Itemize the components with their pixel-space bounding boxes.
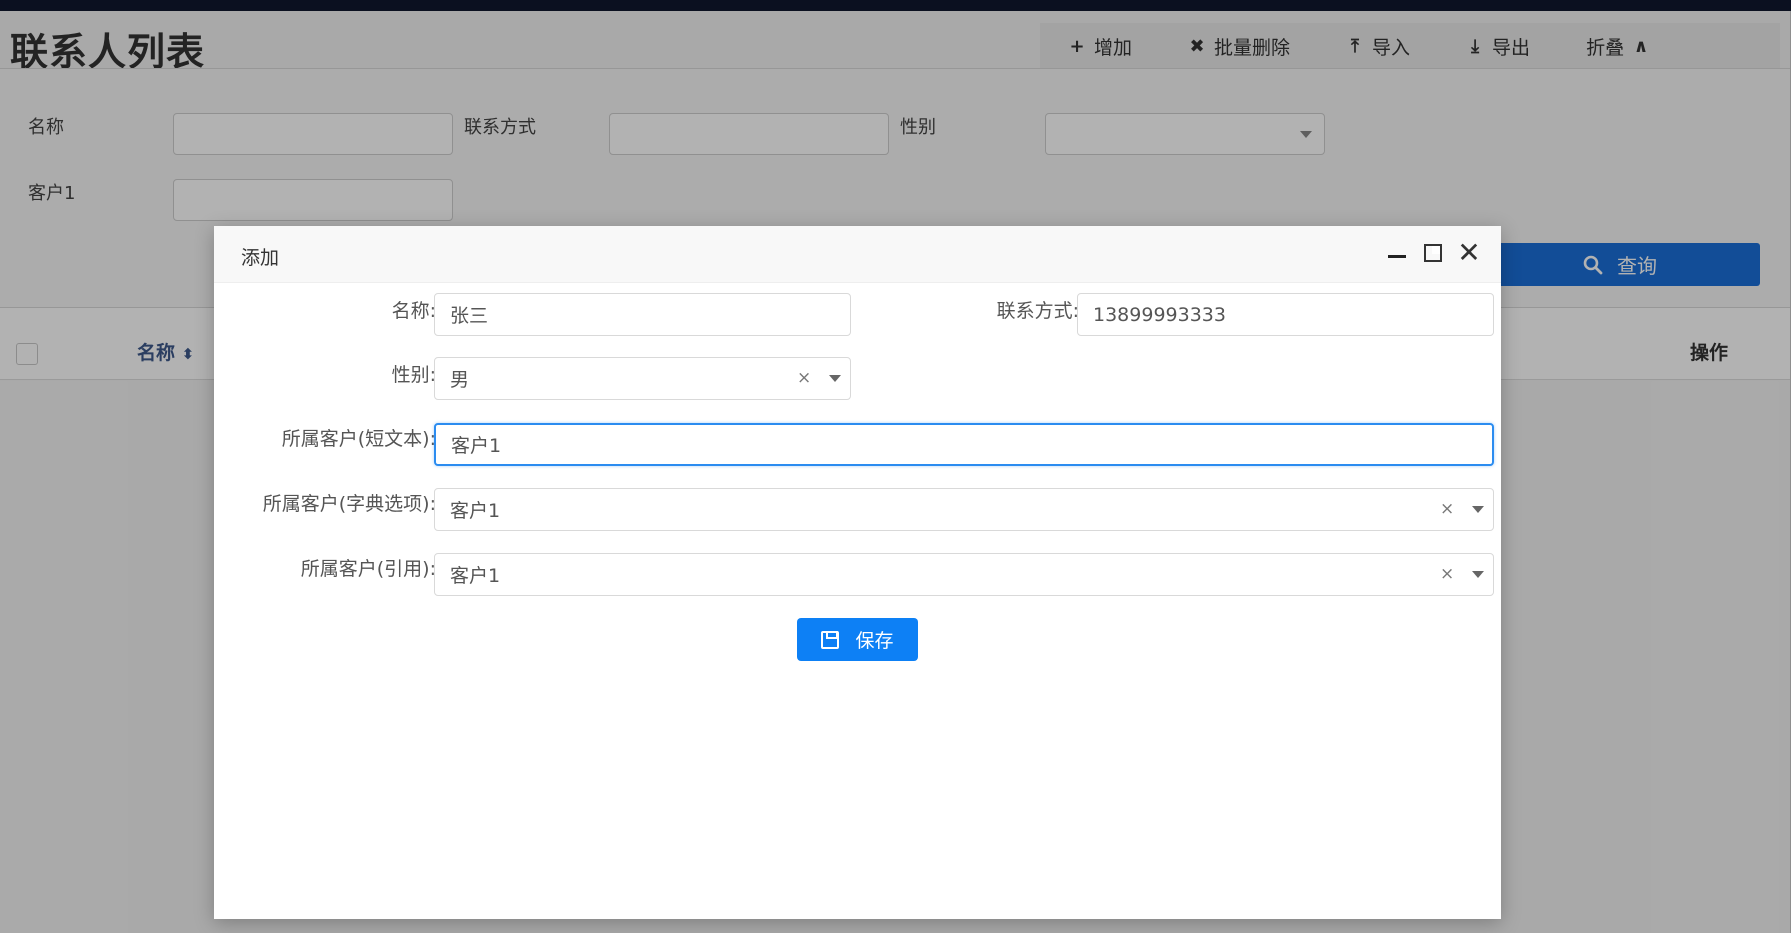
- close-icon: ✕: [1457, 236, 1481, 269]
- clear-icon[interactable]: ×: [1440, 564, 1454, 584]
- customer-short-input[interactable]: 客户1: [434, 423, 1494, 466]
- gender-select-value: 男: [450, 369, 470, 391]
- gender-label: 性别:: [391, 364, 436, 386]
- save-button[interactable]: 保存: [797, 618, 918, 661]
- close-button[interactable]: ✕: [1456, 236, 1482, 269]
- save-icon: [821, 630, 840, 649]
- name-input-value: 张三: [450, 305, 489, 327]
- customer-short-value: 客户1: [451, 435, 502, 457]
- minimize-icon: [1388, 254, 1406, 258]
- dialog-title: 添加: [241, 247, 280, 269]
- customer-ref-label: 所属客户(引用):: [300, 558, 436, 580]
- chevron-down-icon: [1472, 571, 1484, 578]
- add-contact-dialog: 添加 ✕ 名称: 张三 联系方式: 13899993333 性别: 男 × 所属…: [214, 226, 1501, 919]
- dialog-header: 添加 ✕: [214, 226, 1501, 283]
- name-input[interactable]: 张三: [434, 293, 851, 336]
- customer-dict-label: 所属客户(字典选项):: [262, 493, 436, 515]
- customer-dict-select[interactable]: 客户1 ×: [434, 488, 1494, 531]
- contact-input-value: 13899993333: [1093, 303, 1226, 326]
- clear-icon[interactable]: ×: [1440, 499, 1454, 519]
- contact-label: 联系方式:: [996, 300, 1079, 322]
- customer-dict-value: 客户1: [450, 500, 501, 522]
- save-button-label: 保存: [855, 630, 894, 652]
- maximize-button[interactable]: [1420, 240, 1446, 266]
- contact-input[interactable]: 13899993333: [1077, 293, 1494, 336]
- customer-short-label: 所属客户(短文本):: [281, 428, 436, 450]
- customer-ref-select[interactable]: 客户1 ×: [434, 553, 1494, 596]
- gender-select[interactable]: 男 ×: [434, 357, 851, 400]
- chevron-down-icon: [1472, 506, 1484, 513]
- minimize-button[interactable]: [1384, 240, 1410, 266]
- maximize-icon: [1424, 244, 1442, 262]
- chevron-down-icon: [829, 375, 841, 382]
- customer-ref-value: 客户1: [450, 565, 501, 587]
- name-label: 名称:: [391, 300, 436, 322]
- clear-icon[interactable]: ×: [797, 368, 811, 388]
